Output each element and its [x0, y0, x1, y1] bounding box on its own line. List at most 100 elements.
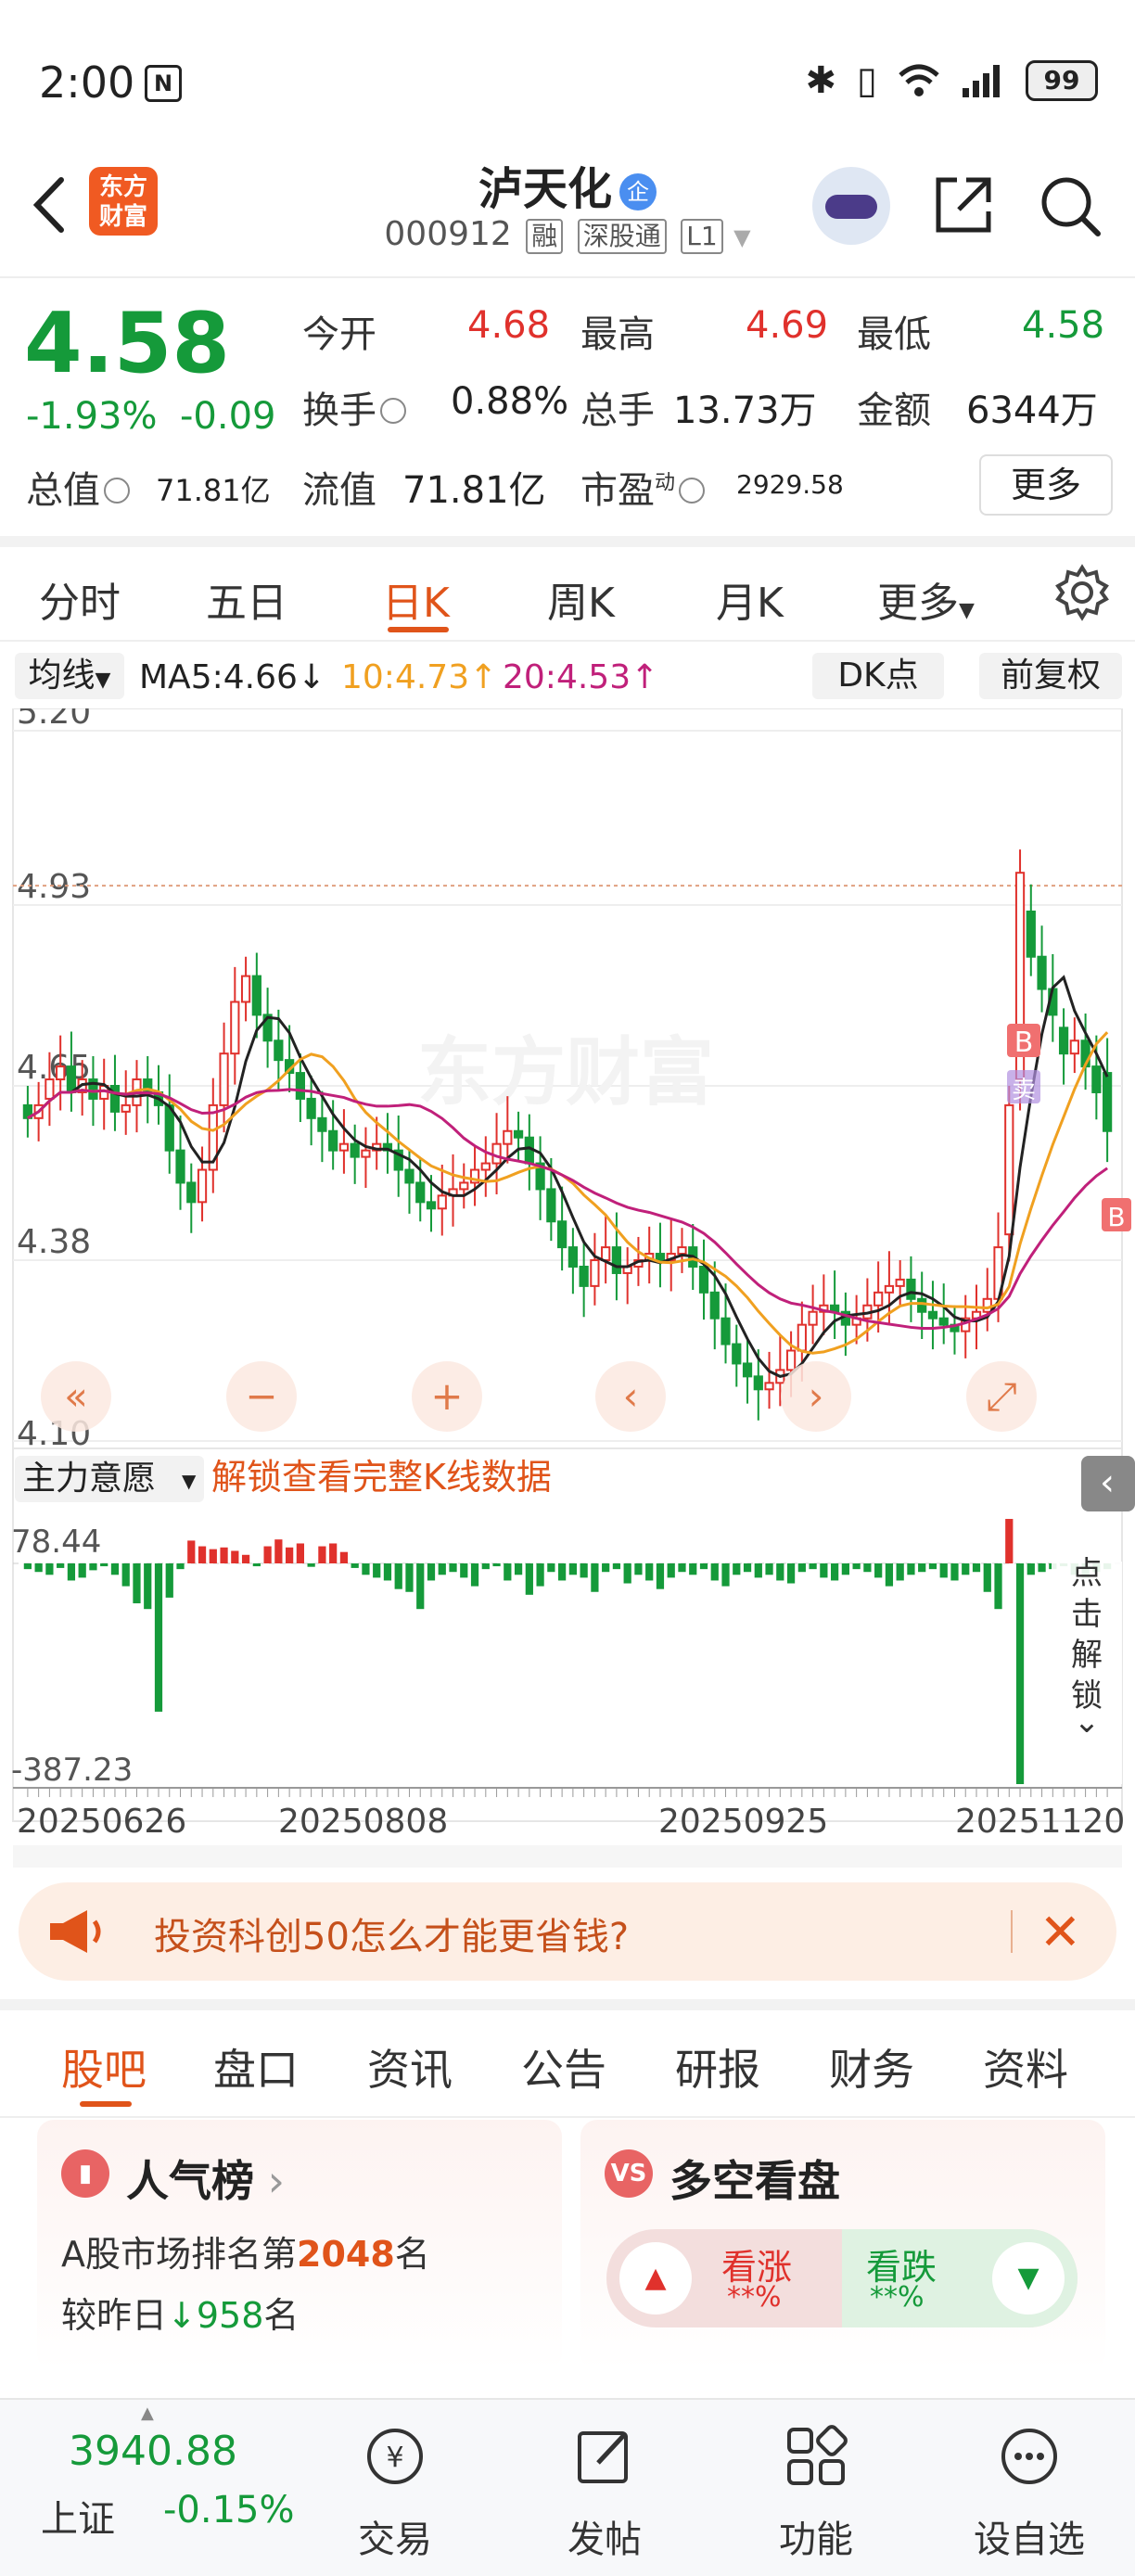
indicator-bar — [623, 1563, 631, 1584]
tab-more[interactable]: 更多▼ — [877, 569, 975, 629]
indicator-bar — [634, 1563, 643, 1575]
nav-post[interactable]: 发帖 — [530, 2400, 679, 2563]
kline-svg[interactable]: 5.204.934.654.384.10东方财富 BB卖« − + ‹ › ⤢主力意愿 ▼ 解锁… — [0, 708, 1135, 1868]
turnover-label: 换手 — [302, 380, 410, 434]
nav-trade[interactable]: ¥ 交易 — [321, 2400, 469, 2563]
indicator-bar — [438, 1563, 446, 1575]
candle-body — [568, 1246, 578, 1268]
candle-body — [742, 1362, 753, 1378]
tab-intraday[interactable]: 分时 — [39, 569, 121, 629]
open-label: 今开 — [302, 313, 376, 356]
popularity-card[interactable]: ▮ 人气榜 › A股市场排名第2048名 较昨日↓958名 — [37, 2120, 562, 2370]
index-ticker[interactable]: ▲ 3940.88 上证 -0.15% — [0, 2400, 306, 2576]
tab-profile[interactable]: 资料 — [983, 2036, 1068, 2098]
indicator-bar — [427, 1563, 436, 1581]
indicator-bar — [34, 1563, 43, 1573]
indicator-bar — [797, 1563, 806, 1573]
indicator-bar — [296, 1543, 304, 1563]
candle-body — [186, 1181, 197, 1204]
tab-research[interactable]: 研报 — [675, 2036, 760, 2098]
indicator-bar — [154, 1563, 163, 1712]
more-button[interactable]: 更多 — [979, 454, 1113, 516]
indicator-bar — [754, 1563, 762, 1578]
rank-line: A股市场排名第2048名 — [61, 2234, 430, 2275]
bull-bear-card[interactable]: VS 多空看盘 ▲ 看涨 **% 看跌 **% ▼ — [580, 2120, 1105, 2370]
info-icon[interactable] — [104, 478, 130, 504]
dk-point-button[interactable]: DK点 — [812, 653, 944, 699]
candle-body — [721, 1317, 731, 1345]
header: 东方财富 泸天化企 000912 融 深股通 L1 ▼ — [0, 139, 1135, 278]
tab-monthly-k[interactable]: 月K — [716, 569, 784, 629]
indicator-bar — [373, 1563, 381, 1578]
candle-body — [895, 1278, 905, 1287]
indicator-bar — [983, 1563, 991, 1592]
nav-post-label: 发帖 — [568, 2519, 642, 2561]
candle-body — [219, 1052, 229, 1106]
candle-body — [338, 1142, 350, 1152]
indicator-bar — [383, 1563, 392, 1581]
tab-pankou[interactable]: 盘口 — [213, 2036, 299, 2098]
unlock-side-char[interactable]: 击 — [1071, 1596, 1103, 1633]
share-icon[interactable] — [929, 171, 998, 239]
tab-finance[interactable]: 财务 — [829, 2036, 914, 2098]
last-price: 4.58 — [24, 295, 231, 392]
candle-body — [1091, 1065, 1102, 1093]
candle-body — [698, 1265, 709, 1294]
gear-icon[interactable] — [1053, 564, 1111, 621]
pe-value: 2929.58 — [736, 469, 844, 500]
price-tick-label: 4.93 — [17, 868, 91, 906]
indicator-bar — [67, 1563, 76, 1581]
indicator-bar — [765, 1563, 773, 1575]
price-tick-label: 5.20 — [17, 708, 91, 732]
signal-icon — [963, 65, 1000, 97]
chart-control-icon[interactable]: − — [245, 1373, 277, 1419]
nav-add-watchlist[interactable]: 设自选 — [955, 2400, 1103, 2563]
indicator-bar — [339, 1551, 349, 1563]
chart-control-icon[interactable]: « — [64, 1373, 88, 1419]
ma10-label: 10:4.73↑ — [341, 658, 498, 696]
indicator-bar — [689, 1563, 697, 1575]
chevron-up-icon: ▲ — [141, 2404, 154, 2423]
ai-assistant-icon[interactable] — [812, 167, 890, 245]
close-icon[interactable]: ✕ — [1039, 1903, 1081, 1961]
indicator-bar — [678, 1563, 686, 1573]
chart-control-icon[interactable]: ⤢ — [986, 1373, 1017, 1419]
tab-daily-k[interactable]: 日K — [382, 569, 450, 629]
info-icon[interactable] — [679, 478, 706, 504]
promo-banner[interactable]: 投资科创50怎么才能更省钱? ✕ — [19, 1882, 1116, 1981]
tab-news[interactable]: 资讯 — [367, 2036, 453, 2098]
adjust-button[interactable]: 前复权 — [979, 653, 1122, 699]
indicator-row: 均线▼ MA5:4.66↓ 10:4.73↑ 20:4.53↑ DK点 前复权 — [0, 645, 1135, 707]
search-icon[interactable] — [1037, 172, 1103, 239]
svg-text:¥: ¥ — [386, 2442, 403, 2474]
kline-chart[interactable]: 5.20 4.93 4.65 4.38 4.10 东方财富 B B 卖 «− + ‹ › ⤢ 主力意愿 ▼ 解锁… — [0, 708, 1135, 1868]
indicator-bar — [89, 1563, 97, 1571]
vs-icon: VS — [605, 2149, 653, 2198]
tab-weekly-k[interactable]: 周K — [547, 569, 615, 629]
tab-guba[interactable]: 股吧 — [61, 2036, 147, 2098]
indicator-bar — [209, 1549, 217, 1563]
banner-text[interactable]: 投资科创50怎么才能更省钱? — [154, 1906, 629, 1960]
bottom-nav: ▲ 3940.88 上证 -0.15% ¥ 交易 发帖 功能 设自选 — [0, 2398, 1135, 2576]
tag-connect: 深股通 — [577, 219, 667, 254]
nav-functions[interactable]: 功能 — [742, 2400, 890, 2563]
chart-control-icon[interactable]: › — [809, 1373, 824, 1419]
chevron-down-icon: ⌄ — [1074, 1703, 1101, 1741]
info-icon[interactable] — [380, 398, 406, 424]
bull-vote-button-icon[interactable]: ▲ — [619, 2242, 692, 2315]
index-change: -0.15% — [163, 2489, 295, 2531]
tag-level: L1 — [681, 219, 723, 254]
indicator-bar — [994, 1563, 1002, 1610]
tab-announcements[interactable]: 公告 — [521, 2036, 606, 2098]
x-tick-label: 20250626 — [17, 1803, 186, 1841]
x-tick-label: 20250925 — [658, 1803, 828, 1841]
chart-control-icon[interactable]: ‹ — [623, 1373, 639, 1419]
market-cap-label: 总值 — [26, 460, 134, 514]
unlock-side-char[interactable]: 点 — [1071, 1555, 1103, 1592]
candle-body — [1004, 1103, 1014, 1236]
indicator-selector[interactable]: 均线▼ — [15, 653, 124, 699]
unlock-side-char[interactable]: 解 — [1071, 1637, 1103, 1674]
bear-vote-button-icon[interactable]: ▼ — [992, 2242, 1065, 2315]
tab-five-day[interactable]: 五日 — [206, 569, 287, 629]
chart-control-icon[interactable]: + — [430, 1373, 463, 1419]
